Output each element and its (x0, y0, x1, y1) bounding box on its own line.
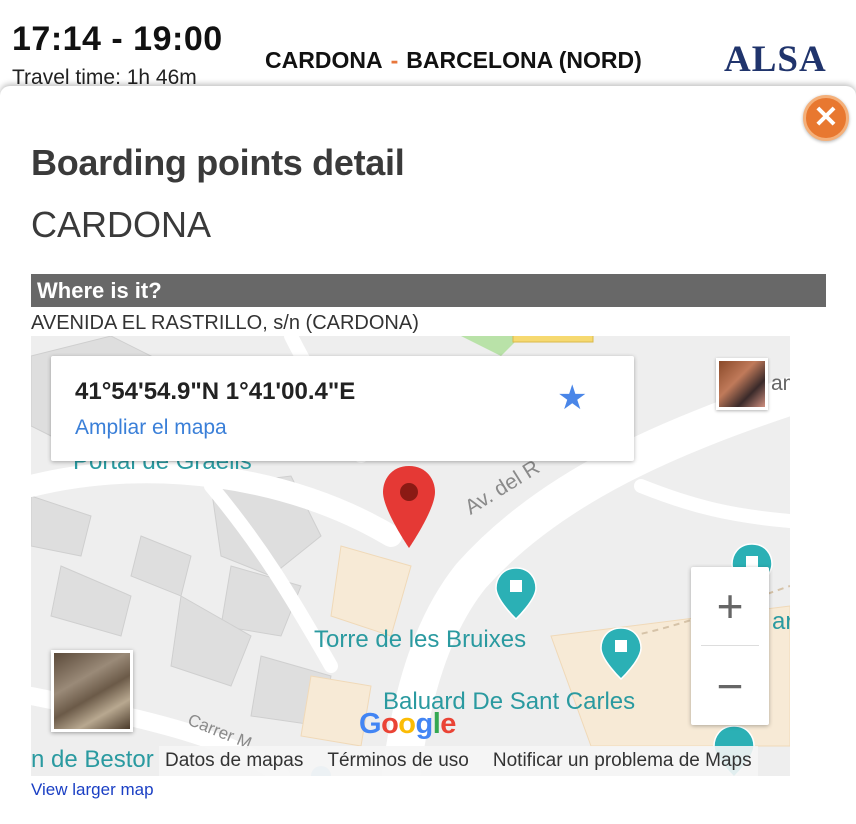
route-origin: CARDONA (265, 47, 383, 73)
poi-bestor: n de Bestor (31, 746, 158, 774)
zoom-out-button[interactable]: − (691, 647, 769, 725)
zoom-controls: + − (691, 567, 769, 725)
close-button[interactable]: ✕ (803, 95, 849, 141)
map-footer-links: Datos de mapas Términos de uso Notificar… (159, 746, 758, 776)
poi-torre-de-les-bruixes[interactable]: Torre de les Bruixes (314, 626, 526, 654)
coordinates: 41°54'54.9"N 1°41'00.4"E (75, 378, 356, 405)
terms-link[interactable]: Términos de uso (327, 750, 469, 772)
departure-arrival-time: 17:14 - 19:00 (12, 20, 223, 58)
section-heading: Where is it? (31, 274, 826, 307)
zoom-divider (701, 645, 759, 646)
page-header: 17:14 - 19:00 Travel time: 1h 46m CARDON… (0, 0, 856, 100)
map-footer: n de Bestor Datos de mapas Términos de u… (31, 746, 790, 776)
modal-title: Boarding points detail (31, 142, 405, 183)
embedded-map[interactable]: Portal de Graells Torre de les Bruixes B… (31, 336, 790, 776)
zoom-in-button[interactable]: + (691, 567, 769, 645)
view-larger-map-link[interactable]: View larger map (31, 780, 154, 800)
alsa-logo: ALSA (724, 39, 827, 80)
route-destination: BARCELONA (NORD) (406, 47, 642, 73)
report-problem-link[interactable]: Notificar un problema de Maps (493, 750, 752, 772)
stop-address: AVENIDA EL RASTRILLO, s/n (CARDONA) (31, 312, 419, 334)
star-icon[interactable]: ★ (557, 378, 587, 418)
google-logo: Google (359, 708, 456, 740)
map-info-card: 41°54'54.9"N 1°41'00.4"E Ampliar el mapa… (51, 356, 634, 461)
stop-name: CARDONA (31, 204, 212, 245)
route-separator: - (390, 47, 399, 73)
enlarge-map-link[interactable]: Ampliar el mapa (75, 416, 227, 440)
poi-cut-label-right: ar (772, 608, 790, 635)
map-data-link[interactable]: Datos de mapas (165, 750, 303, 772)
user-avatar[interactable] (716, 358, 768, 410)
route: CARDONA - BARCELONA (NORD) (265, 47, 642, 74)
cut-label-top-right: am (771, 372, 790, 395)
satellite-view-toggle[interactable] (51, 650, 133, 732)
